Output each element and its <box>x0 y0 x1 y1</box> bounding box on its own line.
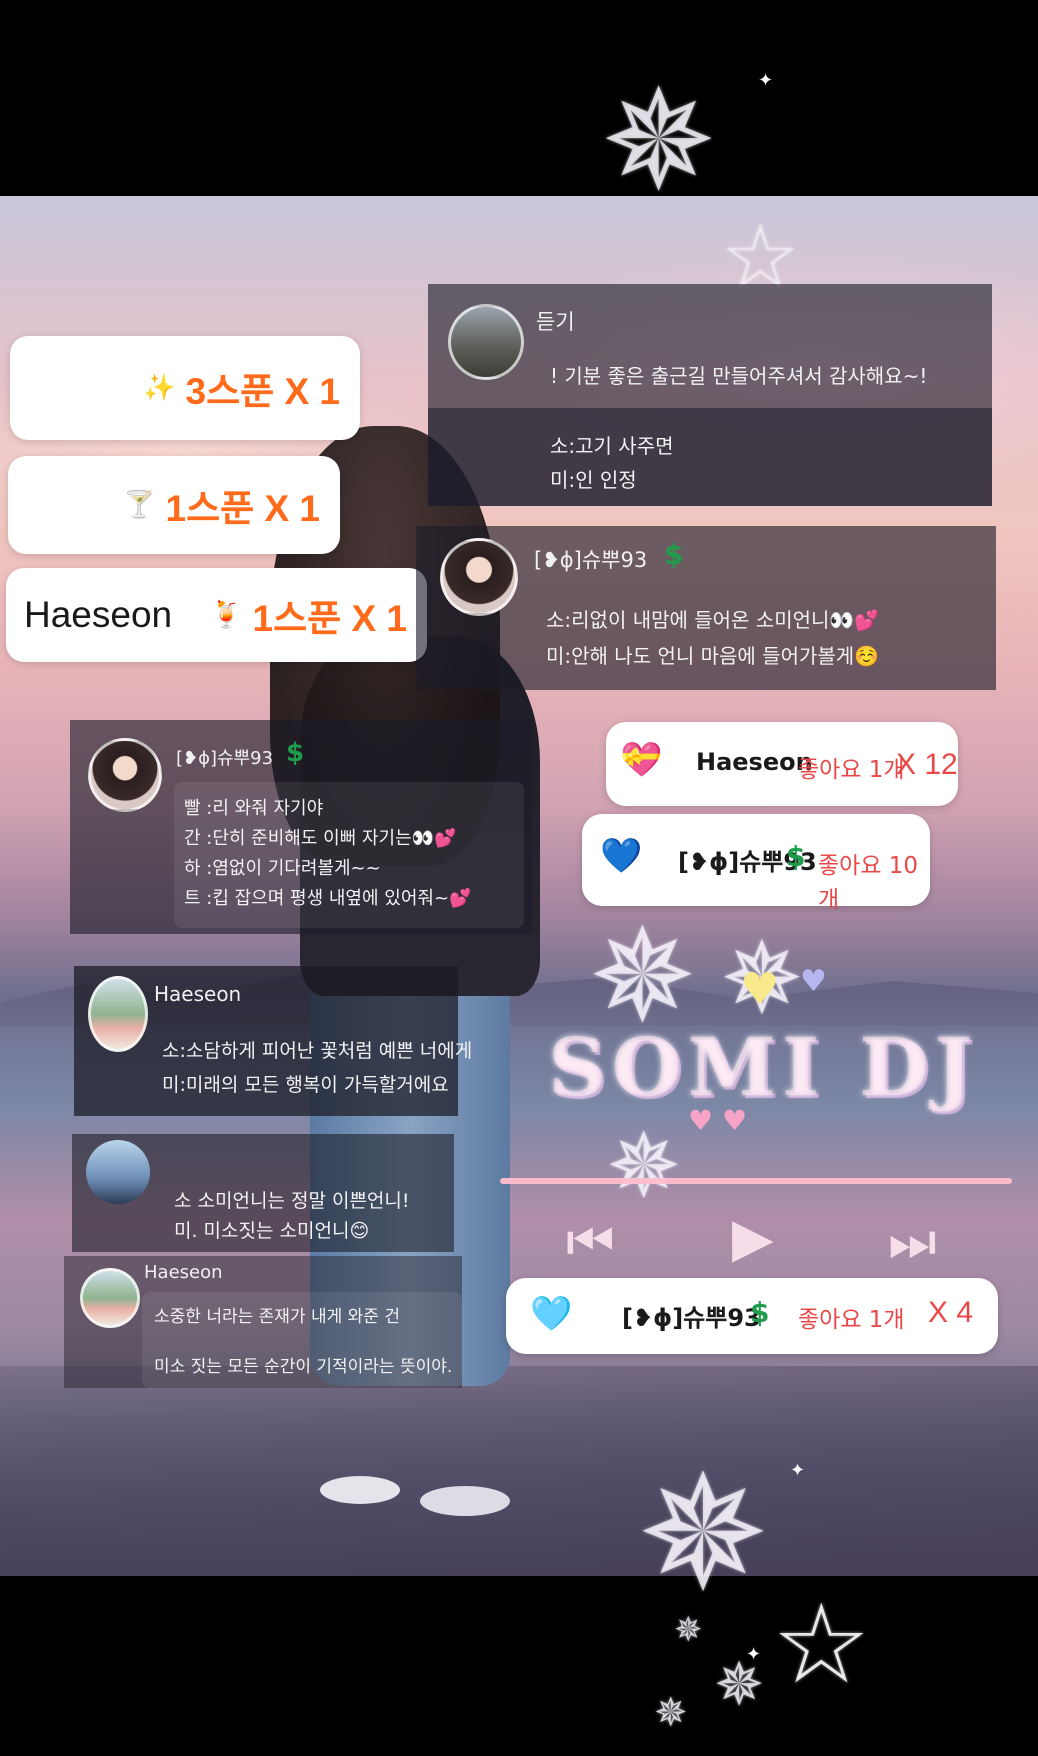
chat-text: 미:인 인정 <box>550 468 637 492</box>
chat-nickname: [❥ϕ]슈뿌93 <box>534 548 648 572</box>
sparkle-stars-icon: ✨ <box>143 373 176 403</box>
like-label: 좋아요 10개 <box>818 853 919 913</box>
avatar <box>440 538 518 616</box>
chat-message: [❥ϕ]슈뿌93 $ 빨 :리 와줘 자기야 간 :단히 준비해도 이뻐 자기는… <box>70 720 532 934</box>
gift-amount: 1스푼 X 1 <box>252 598 407 639</box>
sparkle-icon: ✦ <box>758 70 774 91</box>
like-notice: 💝 Haeseon 좋아요 1개 X 12 <box>606 722 958 806</box>
chat-text: 소중한 너라는 존재가 내게 와준 건 <box>154 1307 400 1327</box>
illustration-shoe <box>320 1476 400 1504</box>
background-shore <box>0 1366 1038 1576</box>
dollar-badge-icon: $ <box>286 738 305 768</box>
chat-text: 미:안해 나도 언니 마음에 들어가볼게☺️ <box>546 644 880 668</box>
heart-icon: ♥ <box>740 964 780 1015</box>
lace-star-icon: ✵ <box>654 1690 688 1736</box>
lace-star-icon: ✵ <box>674 1610 703 1650</box>
chat-nickname: Haeseon <box>144 1262 223 1283</box>
dollar-badge-icon: $ <box>750 1296 770 1329</box>
avatar <box>88 976 148 1052</box>
chat-text: ! 기분 좋은 출근길 만들어주셔서 감사해요~! <box>550 364 928 388</box>
avatar <box>80 1268 140 1328</box>
lace-star-icon: ✵ <box>606 1114 682 1219</box>
lace-star-icon: ✵ <box>636 1440 771 1627</box>
outline-star-icon: ☆ <box>772 1580 871 1708</box>
chat-nickname: [❥ϕ]슈뿌93 <box>176 748 274 769</box>
like-label: 좋아요 1개 <box>798 1307 905 1333</box>
tropical-drink-icon: 🍹 <box>210 600 243 630</box>
gift-amount: 3스푼 X 1 <box>185 371 340 412</box>
chat-message: 듣기 ! 기분 좋은 출근길 만들어주셔서 감사해요~! 소:고기 사주면 미:… <box>428 284 992 506</box>
heart-gift-icon: 💝 <box>620 740 663 780</box>
like-label: 좋아요 1개 <box>798 757 905 783</box>
like-user: Haeseon <box>696 748 813 776</box>
sparkle-icon: ✦ <box>746 1644 762 1665</box>
chat-reply-box <box>428 408 992 506</box>
heart-icon: ♥ <box>800 964 827 999</box>
like-user: [❥ϕ]슈뿌93 <box>622 1304 761 1332</box>
like-count: X 4 <box>928 1296 974 1329</box>
heart-gift-icon: 🩵 <box>530 1294 573 1334</box>
chat-text: 트 :킵 잡으며 평생 내옆에 있어줘~💕 <box>184 888 472 909</box>
heart-icon: ♥ ♥ <box>688 1104 748 1137</box>
chat-text: 소 소미언니는 정말 이쁜언니! <box>174 1190 410 1212</box>
gift-user: Haeseon <box>24 594 173 635</box>
playback-progress-bar[interactable] <box>500 1178 1012 1184</box>
chat-text: 미. 미소짓는 소미언니😊 <box>174 1220 370 1242</box>
avatar <box>86 1140 150 1204</box>
chat-text: 소:소담하게 피어난 꽃처럼 예쁜 너에게 <box>162 1040 473 1062</box>
like-notice: 💙 [❥ϕ]슈뿌93 $ 좋아요 10개 <box>582 814 930 913</box>
chat-text: 간 :단히 준비해도 이뻐 자기는👀💕 <box>184 828 457 849</box>
gift-notice: 🍸 1스푼 X 1 <box>8 456 340 554</box>
chat-message: [❥ϕ]슈뿌93 $ 소:리없이 내맘에 들어온 소미언니👀💕 미:안해 나도 … <box>416 526 996 690</box>
gift-notice: Haeseon 🍹 1스푼 X 1 <box>6 568 427 662</box>
chat-message: 소 소미언니는 정말 이쁜언니! 미. 미소짓는 소미언니😊 <box>72 1134 454 1252</box>
dj-title: SOMI DJ <box>548 1020 979 1114</box>
chat-text: 미:미래의 모든 행복이 가득할거에요 <box>162 1074 449 1096</box>
cocktail-icon: 🍸 <box>123 490 156 520</box>
dollar-badge-icon: $ <box>786 840 806 873</box>
chat-message: Haeseon 소:소담하게 피어난 꽃처럼 예쁜 너에게 미:미래의 모든 행… <box>74 966 472 1116</box>
gift-amount: 1스푼 X 1 <box>165 488 320 529</box>
chat-text: 소:리없이 내맘에 들어온 소미언니👀💕 <box>546 608 880 632</box>
avatar <box>88 738 162 812</box>
illustration-shoe <box>420 1486 510 1516</box>
chat-message: Haeseon 소중한 너라는 존재가 내게 와준 건 미소 짓는 모든 순간이… <box>64 1256 462 1388</box>
dollar-badge-icon: $ <box>664 538 684 571</box>
like-notice: 🩵 [❥ϕ]슈뿌93 $ 좋아요 1개 X 4 <box>506 1278 998 1354</box>
prev-track-button[interactable]: ⏮ <box>566 1210 615 1274</box>
chat-text: 미소 짓는 모든 순간이 기적이라는 뜻이야. <box>154 1357 453 1377</box>
chat-text: 소:고기 사주면 <box>550 434 674 458</box>
play-button[interactable]: ▶ <box>732 1206 774 1269</box>
like-count: X 12 <box>896 748 958 781</box>
avatar <box>448 304 524 380</box>
chat-nickname: 듣기 <box>536 310 575 334</box>
chat-nickname: Haeseon <box>154 982 242 1006</box>
gift-notice: ✨ 3스푼 X 1 <box>10 336 360 440</box>
heart-gift-icon: 💙 <box>600 836 643 876</box>
next-track-button[interactable]: ⏭ <box>888 1210 937 1274</box>
lace-star-icon: ✵ <box>600 60 718 223</box>
sparkle-icon: ✦ <box>790 1460 806 1481</box>
chat-text: 빨 :리 와줘 자기야 <box>184 798 324 819</box>
chat-text: 하 :염없이 기다려볼게~~ <box>184 858 381 879</box>
